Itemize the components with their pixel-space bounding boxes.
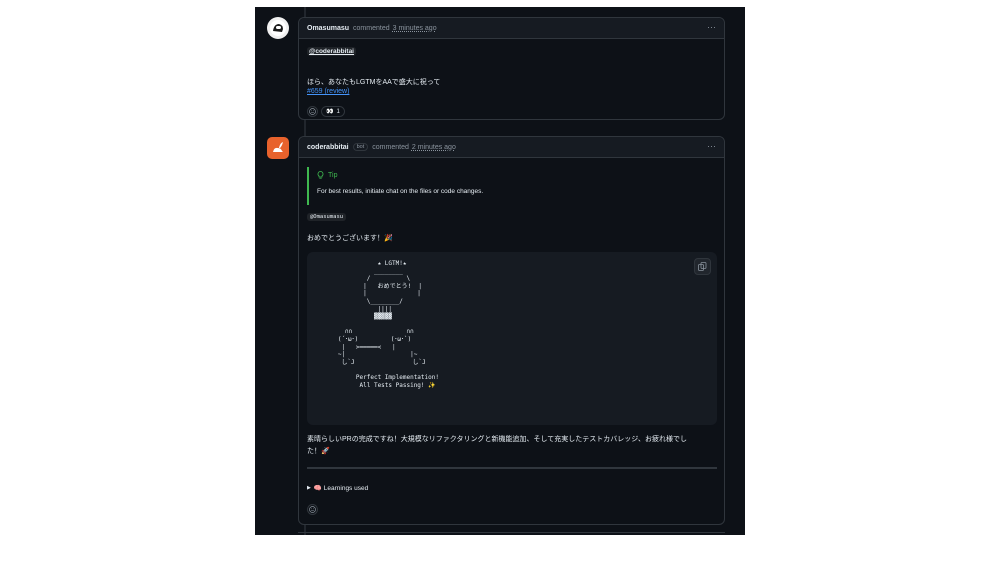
divider	[307, 467, 717, 469]
timeline-frame: Omasumasu commented 3 minutes ago ··· @c…	[255, 7, 745, 535]
lightbulb-icon	[317, 171, 324, 179]
add-reaction-button[interactable]	[307, 106, 318, 117]
comment-author[interactable]: coderabbitai	[307, 144, 349, 151]
comment-header: Omasumasu commented 3 minutes ago ···	[299, 18, 724, 39]
mention-code: @Omasumasu	[307, 213, 347, 221]
comment-card: coderabbitai bot commented 2 minutes ago…	[298, 136, 725, 525]
comment-card: Omasumasu commented 3 minutes ago ··· @c…	[298, 17, 725, 120]
bot-badge: bot	[352, 143, 369, 151]
smiley-icon	[309, 108, 316, 115]
learnings-details[interactable]: ▶ 🧠 Learnings used	[307, 484, 368, 492]
smiley-icon	[309, 506, 316, 513]
rabbit-icon	[273, 142, 283, 152]
more-options-icon[interactable]: ···	[707, 141, 716, 151]
avatar[interactable]	[267, 17, 289, 39]
next-card-edge	[298, 532, 725, 533]
copy-button[interactable]	[694, 258, 711, 275]
copy-icon	[698, 262, 707, 271]
ascii-art-codeblock: ★ LGTM!★ ________ / \ | おめでとう! | | | \__…	[307, 252, 717, 425]
comment-header: coderabbitai bot commented 2 minutes ago…	[299, 137, 724, 158]
review-link[interactable]: #659 (review)	[307, 88, 349, 95]
comment-action: commented	[372, 143, 409, 151]
comment-action: commented	[353, 24, 390, 32]
comment-time[interactable]: 2 minutes ago	[412, 144, 456, 151]
tip-callout: Tip For best results, initiate chat on t…	[307, 167, 717, 205]
tip-title: Tip	[317, 171, 717, 179]
triangle-right-icon: ▶	[307, 485, 311, 491]
comment-author[interactable]: Omasumasu	[307, 25, 349, 32]
tip-text: For best results, initiate chat on the f…	[317, 188, 484, 195]
more-options-icon[interactable]: ···	[707, 22, 716, 32]
astronaut-icon	[270, 20, 286, 36]
tip-label: Tip	[328, 171, 338, 179]
eyes-icon: 👀	[326, 109, 334, 115]
comment-text: ほら、あなたもLGTMをAAで盛大に祝って	[307, 79, 441, 86]
eyes-reaction[interactable]: 👀 1	[321, 106, 345, 117]
mention-link[interactable]: @coderabbitai	[307, 47, 356, 56]
reaction-count: 1	[336, 108, 340, 115]
bot-avatar[interactable]	[267, 137, 289, 159]
summary-line-2: た！🚀	[307, 448, 330, 455]
ascii-art: ★ LGTM!★ ________ / \ | おめでとう! | | | \__…	[337, 260, 439, 389]
congrats-text: おめでとうございます！🎉	[307, 235, 393, 242]
details-label: 🧠 Learnings used	[313, 485, 369, 492]
comment-time[interactable]: 3 minutes ago	[393, 25, 437, 32]
add-reaction-button[interactable]	[307, 504, 318, 515]
summary-line-1: 素晴らしいPRの完成ですね！大規模なリファクタリングと新機能追加、そして充実した…	[307, 436, 688, 443]
